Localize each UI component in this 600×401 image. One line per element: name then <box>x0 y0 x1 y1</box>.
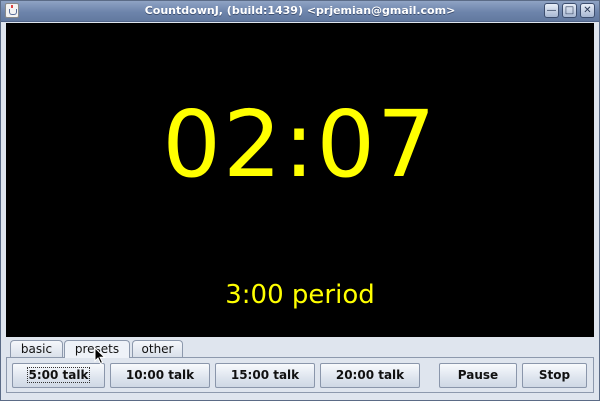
preset-20-minute-label: 20:00 talk <box>335 368 405 382</box>
maximize-button[interactable]: □ <box>562 3 577 18</box>
stop-label: Stop <box>538 368 571 382</box>
title-bar[interactable]: CountdownJ, (build:1439) <prjemian@gmail… <box>1 1 599 22</box>
pause-label: Pause <box>457 368 499 382</box>
countdown-time: 02:07 <box>162 91 438 198</box>
preset-10-minute-button[interactable]: 10:00 talk <box>110 363 210 388</box>
preset-5-minute-button[interactable]: 5:00 talk <box>12 363 105 388</box>
preset-5-minute-label: 5:00 talk <box>26 367 91 383</box>
preset-15-minute-button[interactable]: 15:00 talk <box>215 363 315 388</box>
tab-basic[interactable]: basic <box>10 340 63 357</box>
period-label: 3:00 period <box>225 280 375 310</box>
close-button[interactable]: ✕ <box>580 3 595 18</box>
countdown-display: 02:07 3:00 period <box>6 23 594 337</box>
preset-15-minute-label: 15:00 talk <box>230 368 300 382</box>
tab-other[interactable]: other <box>132 340 183 357</box>
maximize-icon: □ <box>564 5 575 16</box>
app-window: CountdownJ, (build:1439) <prjemian@gmail… <box>0 0 600 401</box>
minimize-button[interactable]: — <box>544 3 559 18</box>
minimize-icon: — <box>546 5 557 16</box>
mouse-pointer-icon <box>94 347 106 365</box>
stop-button[interactable]: Stop <box>522 363 587 388</box>
pause-button[interactable]: Pause <box>439 363 517 388</box>
preset-10-minute-label: 10:00 talk <box>125 368 195 382</box>
preset-20-minute-button[interactable]: 20:00 talk <box>320 363 420 388</box>
close-icon: ✕ <box>583 5 592 16</box>
window-title: CountdownJ, (build:1439) <prjemian@gmail… <box>144 4 456 17</box>
